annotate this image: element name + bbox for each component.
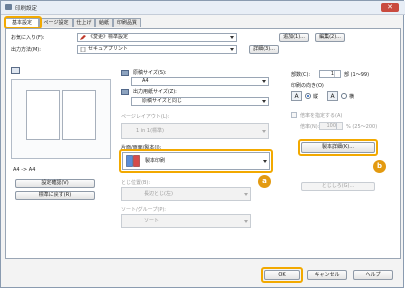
- landscape-radio[interactable]: [341, 93, 347, 99]
- print-preview: [11, 79, 111, 159]
- preview-page-right: [62, 90, 96, 140]
- paper-size-select[interactable]: A4: [131, 77, 269, 86]
- copies-unit: 部 (1～99): [344, 72, 370, 78]
- page-layout-value: 1 in 1(標準): [136, 128, 165, 134]
- favorites-select[interactable]: 《変更》標準設定: [77, 33, 237, 42]
- confirm-settings-button[interactable]: 設定確認(V): [15, 179, 95, 188]
- portrait-orientation-icon: A: [291, 91, 302, 101]
- spin-arrows-icon: [336, 123, 342, 129]
- page-layout-label: ページレイアウト(L):: [121, 114, 170, 120]
- detail-button[interactable]: 詳細(3)...: [249, 45, 279, 54]
- edit-button[interactable]: 編集(2)...: [315, 33, 345, 42]
- landscape-label: 横: [349, 94, 355, 100]
- copies-spinner[interactable]: 1: [319, 70, 341, 78]
- favorites-value: 《変更》標準設定: [88, 34, 129, 40]
- scale-range: % (25～200): [346, 124, 378, 130]
- output-size-label: 出力用紙サイズ(Z):: [133, 89, 177, 95]
- copies-label: 部数(C):: [291, 72, 311, 78]
- printer-icon: [5, 4, 12, 10]
- restore-defaults-button[interactable]: 標準に戻す(R): [15, 191, 95, 200]
- scale-value: 100: [326, 123, 336, 129]
- landscape-orientation-icon: A: [327, 91, 338, 101]
- duplex-select[interactable]: 製本印刷: [122, 152, 270, 170]
- badge-a: a: [258, 175, 271, 188]
- scale-spinner[interactable]: 100: [319, 122, 343, 130]
- chevron-down-icon: [230, 36, 234, 39]
- print-settings-window: 印刷設定 ✕ 基本設定 ページ設定 仕上げ 給紙 印刷品質 お気に入り(F): …: [0, 0, 405, 288]
- add-button[interactable]: 追加(1)...: [279, 33, 309, 42]
- binding-label: とじ位置(B):: [121, 180, 151, 186]
- portrait-radio[interactable]: [305, 93, 311, 99]
- chevron-down-icon: [244, 193, 248, 196]
- title-bar: 印刷設定 ✕: [1, 1, 405, 15]
- orientation-label: 印刷の向き(O): [291, 83, 324, 89]
- tab-print-quality[interactable]: 印刷品質: [113, 18, 141, 27]
- chevron-down-icon: [263, 160, 267, 163]
- tab-paper-source[interactable]: 給紙: [95, 18, 113, 27]
- document-icon: [80, 47, 86, 52]
- duplex-value: 製本印刷: [145, 158, 166, 164]
- cancel-button[interactable]: キャンセル: [307, 270, 347, 280]
- output-method-value: セキュアプリント: [88, 46, 128, 52]
- chevron-down-icon: [262, 80, 266, 83]
- pencil-icon: [80, 35, 86, 40]
- chevron-down-icon: [262, 130, 266, 133]
- sort-label: ソート/グループ(P):: [121, 207, 166, 213]
- chevron-down-icon: [244, 220, 248, 223]
- tab-finishing[interactable]: 仕上げ: [73, 18, 95, 27]
- sort-select[interactable]: ソート: [121, 214, 251, 228]
- paper-size-value: A4: [142, 78, 149, 84]
- sort-value: ソート: [144, 218, 160, 224]
- preview-page-left: [26, 90, 60, 140]
- paper-size-icon: [121, 70, 129, 76]
- output-size-select[interactable]: 原稿サイズと同じ: [131, 97, 269, 106]
- page-layout-select[interactable]: 1 in 1(標準): [121, 123, 269, 139]
- ok-button[interactable]: OK: [264, 270, 300, 280]
- output-size-icon: [121, 89, 129, 95]
- close-button[interactable]: ✕: [381, 3, 399, 12]
- booklet-detail-button[interactable]: 製本詳細(K)...: [301, 142, 375, 153]
- help-button[interactable]: ヘルプ: [353, 270, 393, 280]
- paper-size-label: 原稿サイズ(S):: [133, 70, 167, 76]
- scale-checkbox[interactable]: [291, 112, 297, 118]
- portrait-label: 縦: [313, 94, 319, 100]
- output-method-select[interactable]: セキュアプリント: [77, 45, 237, 54]
- output-size-value: 原稿サイズと同じ: [142, 98, 182, 104]
- favorites-label: お気に入り(F):: [11, 35, 45, 41]
- binding-margin-button[interactable]: とじしろ(G)...: [301, 182, 375, 191]
- binding-select[interactable]: 長辺とじ(左): [121, 187, 251, 201]
- spin-arrows-icon: [334, 71, 340, 77]
- tab-page-setup[interactable]: ページ設定: [39, 18, 73, 27]
- binding-value: 長辺とじ(左): [144, 191, 173, 197]
- scale-checkbox-label: 倍率を指定する(A): [300, 113, 343, 119]
- chevron-down-icon: [262, 100, 266, 103]
- chevron-down-icon: [230, 48, 234, 51]
- output-method-label: 出力方法(M):: [11, 47, 41, 53]
- badge-b: b: [373, 160, 386, 173]
- window-title: 印刷設定: [15, 6, 38, 12]
- scale-label: 倍率(N):: [300, 124, 320, 130]
- preview-caption: A4 -> A4: [13, 167, 36, 173]
- preview-mode-icon: [11, 67, 20, 74]
- booklet-icon: [126, 155, 140, 167]
